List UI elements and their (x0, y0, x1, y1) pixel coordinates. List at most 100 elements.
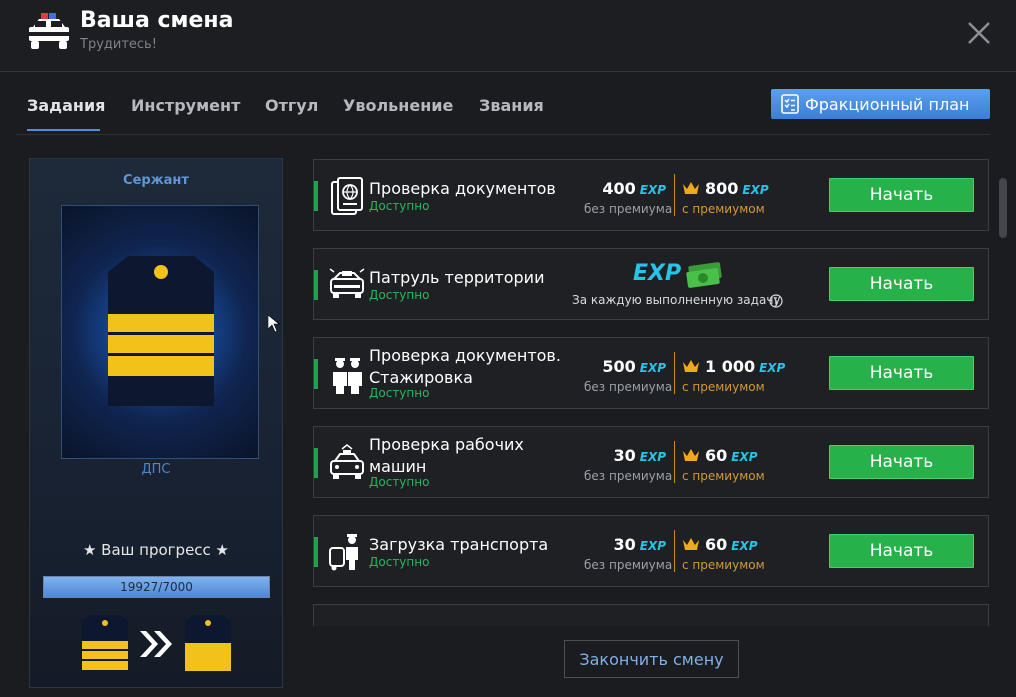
task-status: Доступно (369, 475, 430, 489)
premium-exp-amount: 1 000 (705, 357, 756, 376)
task-name: Патруль территории (369, 268, 545, 287)
info-icon[interactable] (769, 294, 783, 308)
exp-amount: 400 (602, 179, 636, 198)
task-name-text: Проверка рабочих машин (369, 435, 524, 476)
crown-icon (683, 182, 699, 194)
task-row: Проверка рабочих машин Доступно 30 EXP бе… (313, 426, 989, 498)
exp-label: EXP (639, 361, 666, 375)
value-divider (674, 174, 675, 216)
exp-label: EXP (639, 450, 666, 464)
current-rank-icon (82, 615, 128, 671)
faction-plan-button[interactable]: Фракционный план (771, 89, 990, 119)
value-divider (674, 352, 675, 394)
premium-exp-value: 60 EXP (682, 535, 758, 554)
premium-exp-amount: 60 (705, 535, 728, 554)
task-row: Проверка документов Доступно 400 EXP без … (313, 159, 989, 231)
premium-label: с премиумом (682, 558, 765, 572)
tab-bar: Задания Инструмент Отгул Увольнение Зван… (0, 72, 1016, 135)
exp-value: 30 EXP (536, 446, 666, 465)
exp-amount: 30 (613, 446, 636, 465)
task-accent (314, 359, 318, 389)
rank-name: Сержант (123, 173, 189, 188)
task-row: Патруль территории Доступно EXP За кажду… (313, 248, 989, 320)
task-name: Загрузка транспорта (369, 535, 549, 554)
task-accent (314, 537, 318, 567)
exp-label: EXP (639, 183, 666, 197)
money-icon (686, 262, 722, 288)
task-accent (314, 448, 318, 478)
task-status: Доступно (369, 386, 430, 400)
exp-reward-icon: EXP (633, 261, 682, 286)
loading-icon (329, 534, 358, 571)
next-rank-arrow-icon (140, 631, 172, 657)
no-premium-label: без премиума (584, 469, 673, 483)
task-accent (314, 181, 318, 211)
rank-progress-bar: 19927/7000 (43, 576, 270, 598)
no-premium-label: без премиума (584, 558, 673, 572)
crown-icon (683, 449, 699, 461)
premium-label: с премиумом (682, 202, 765, 216)
next-rank-icon (185, 615, 231, 671)
task-name: Проверка документов (369, 179, 556, 198)
progress-title: ★ Ваш прогресс ★ (82, 541, 230, 559)
tab-dismissal[interactable]: Увольнение (343, 96, 453, 115)
patrol-car-icon (330, 444, 364, 479)
start-task-button[interactable]: Начать (829, 178, 974, 212)
task-status: Доступно (369, 555, 430, 569)
premium-exp-amount: 60 (705, 446, 728, 465)
task-row: Загрузка транспорта Доступно 30 EXP без п… (313, 515, 989, 587)
rank-card: Сержант ДПС ★ Ваш прогресс ★ 19927/7000 (29, 158, 283, 688)
window-title: Ваша смена (80, 8, 234, 33)
task-accent (314, 270, 318, 300)
start-task-button[interactable]: Начать (829, 445, 974, 479)
premium-exp-value: 800 EXP (682, 179, 769, 198)
task-status: Доступно (369, 288, 430, 302)
premium-exp-amount: 800 (705, 179, 739, 198)
premium-exp-value: 60 EXP (682, 446, 758, 465)
rank-insignia-icon (108, 256, 214, 406)
progress-text: 19927/7000 (120, 580, 193, 594)
tab-tasks[interactable]: Задания (27, 96, 105, 115)
police-car-icon (29, 13, 69, 49)
tab-tools[interactable]: Инструмент (131, 96, 240, 115)
exp-label: EXP (742, 183, 769, 197)
tab-day-off[interactable]: Отгул (265, 96, 318, 115)
start-task-button[interactable]: Начать (829, 267, 974, 301)
premium-label: с премиумом (682, 469, 765, 483)
task-list-scrollbar[interactable] (999, 178, 1007, 238)
value-divider (674, 530, 675, 572)
exp-label: EXP (759, 361, 786, 375)
task-row-partial (313, 604, 989, 626)
rank-badge-panel (61, 205, 259, 459)
task-name-text: Проверка документов. Стажировка (369, 346, 561, 387)
exp-label: EXP (731, 450, 758, 464)
crown-icon (683, 360, 699, 372)
exp-amount: 500 (602, 357, 636, 376)
no-premium-label: без премиума (584, 380, 673, 394)
mouse-cursor-icon (268, 315, 280, 333)
exp-value: 500 EXP (536, 357, 666, 376)
exp-label: EXP (639, 539, 666, 553)
faction-plan-label: Фракционный план (805, 94, 970, 114)
finish-shift-button[interactable]: Закончить смену (564, 640, 739, 678)
tab-ranks[interactable]: Звания (479, 96, 544, 115)
task-name: Проверка рабочих машин (369, 434, 524, 478)
close-icon[interactable] (964, 18, 994, 48)
passport-icon (331, 177, 363, 215)
exp-value: 400 EXP (536, 179, 666, 198)
window-subtitle: Трудитесь! (80, 37, 157, 52)
task-name: Проверка документов. Стажировка (369, 345, 561, 389)
start-task-button[interactable]: Начать (829, 534, 974, 568)
premium-exp-value: 1 000 EXP (682, 357, 785, 376)
task-status: Доступно (369, 199, 430, 213)
exp-value: 30 EXP (536, 535, 666, 554)
window-header: Ваша смена Трудитесь! (0, 0, 1016, 72)
exp-amount: 30 (613, 535, 636, 554)
active-tab-indicator (27, 129, 100, 131)
task-row: Проверка документов. Стажировка Доступно… (313, 337, 989, 409)
reward-note: За каждую выполненную задачу (572, 293, 781, 307)
start-task-button[interactable]: Начать (829, 356, 974, 390)
rank-department: ДПС (141, 462, 171, 477)
divider (16, 134, 990, 135)
crown-icon (683, 538, 699, 550)
